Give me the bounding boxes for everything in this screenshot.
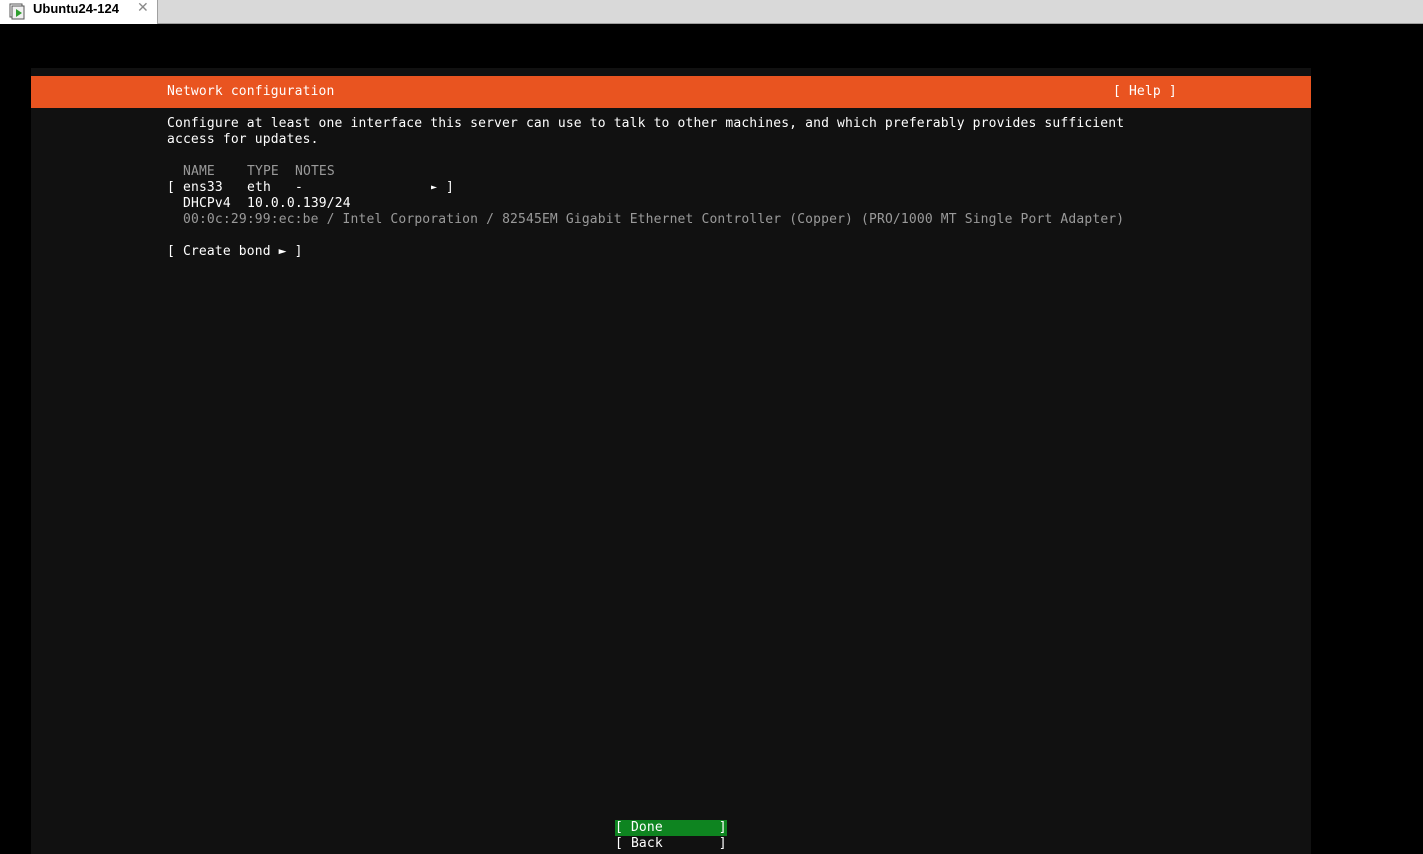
column-header-type: TYPE [247, 164, 279, 179]
vm-tab-ubuntu24-124[interactable]: Ubuntu24-124 ✕ [0, 0, 158, 24]
interface-notes: - [295, 180, 303, 195]
vm-running-icon [9, 3, 25, 20]
done-button[interactable]: [ Done ] [615, 820, 727, 836]
interface-type: eth [247, 180, 271, 195]
address-method: DHCPv4 [183, 196, 231, 211]
vm-tab-bar: Ubuntu24-124 ✕ [0, 0, 1423, 24]
close-tab-icon[interactable]: ✕ [137, 0, 149, 16]
back-button[interactable]: [ Back ] [615, 836, 727, 852]
hardware-info: 00:0c:29:99:ec:be / Intel Corporation / … [183, 212, 1125, 227]
page-title: Network configuration [167, 84, 335, 99]
vm-console-window: Ubuntu24-124 ✕ Network configuration [ H… [0, 0, 1423, 854]
intro-text-line-2: access for updates. [167, 132, 319, 147]
row-close-bracket: ] [446, 180, 454, 195]
row-open-bracket: [ [167, 180, 175, 195]
intro-text-line-1: Configure at least one interface this se… [167, 116, 1125, 131]
help-button[interactable]: [ Help ] [1113, 84, 1177, 100]
ip-address: 10.0.0.139/24 [247, 196, 351, 211]
submenu-arrow-icon: ► [431, 182, 438, 193]
column-header-notes: NOTES [295, 164, 335, 179]
column-header-name: NAME [183, 164, 215, 179]
installer-screen: Network configuration [ Help ] Configure… [31, 68, 1311, 854]
vm-tab-label: Ubuntu24-124 [33, 1, 119, 16]
interface-name: ens33 [183, 180, 223, 195]
create-bond-button[interactable]: [ Create bond ► ] [167, 244, 303, 260]
